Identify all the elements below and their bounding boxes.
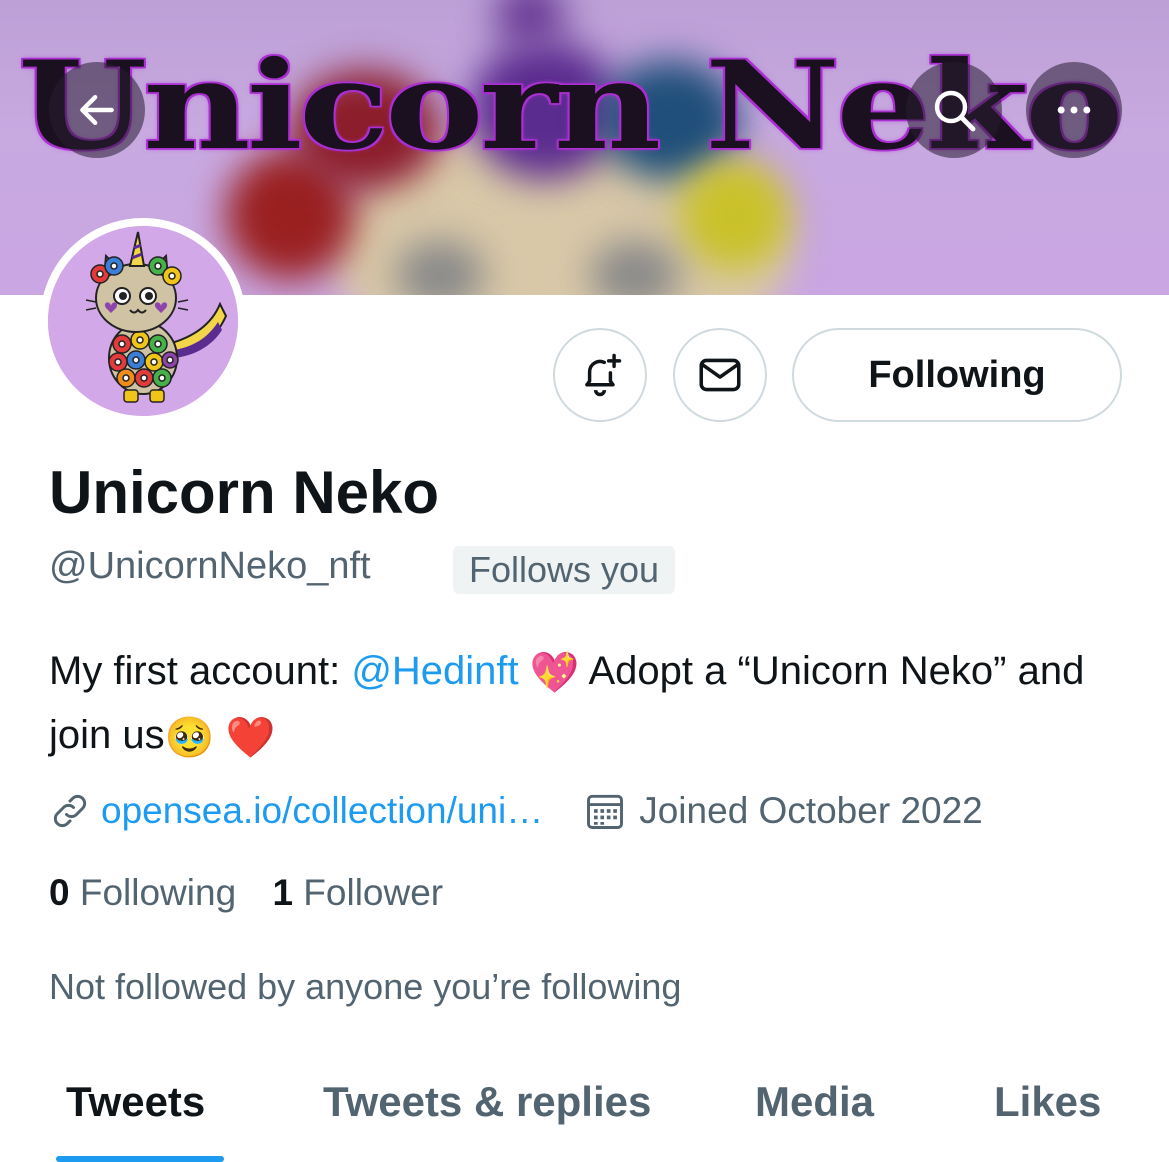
followers-stat[interactable]: 1 Follower xyxy=(272,872,443,913)
search-button[interactable] xyxy=(906,62,1002,158)
bell-plus-icon xyxy=(585,353,622,397)
follow-stats: 0 Following 1 Follower xyxy=(49,872,443,914)
avatar-image xyxy=(48,226,238,416)
profile-tabs: Tweets Tweets & replies Media Likes xyxy=(0,1072,1169,1162)
envelope-icon xyxy=(699,358,741,392)
notify-button[interactable] xyxy=(553,328,647,422)
back-button[interactable] xyxy=(49,62,145,158)
profile-bio: My first account: @Hedinft 💖 Adopt a “Un… xyxy=(49,640,1109,769)
more-horizontal-icon xyxy=(1057,106,1091,114)
tab-tweets[interactable]: Tweets xyxy=(66,1078,205,1126)
tab-likes[interactable]: Likes xyxy=(994,1078,1101,1126)
following-button[interactable]: Following xyxy=(792,328,1122,422)
pleading-face-emoji: 🥹 xyxy=(164,715,215,760)
profile-meta: opensea.io/collection/uni… Joined Octobe… xyxy=(49,786,983,836)
website-link[interactable]: opensea.io/collection/uni… xyxy=(101,790,543,832)
arrow-left-icon xyxy=(80,94,114,126)
profile-handle: @UnicornNeko_nft xyxy=(49,545,371,587)
following-count: 0 xyxy=(49,872,70,913)
joined-date: Joined October 2022 xyxy=(639,790,983,831)
calendar-icon xyxy=(587,794,624,829)
mutual-followers-note: Not followed by anyone you’re following xyxy=(49,966,682,1007)
unicorn-cat-avatar-art xyxy=(48,226,238,416)
message-button[interactable] xyxy=(673,328,767,422)
follows-you-badge: Follows you xyxy=(453,546,676,594)
link-icon xyxy=(53,794,87,828)
following-label: Following xyxy=(79,872,237,913)
profile-name: Unicorn Neko xyxy=(49,459,440,526)
bio-text: My first account: xyxy=(49,649,352,693)
search-icon xyxy=(934,90,976,132)
tab-tweets-replies[interactable]: Tweets & replies xyxy=(323,1078,651,1126)
followers-label: Follower xyxy=(303,872,444,913)
following-stat[interactable]: 0 Following xyxy=(49,872,236,913)
avatar[interactable] xyxy=(40,218,246,424)
sparkling-heart-emoji: 💖 xyxy=(529,651,580,696)
tab-media[interactable]: Media xyxy=(755,1078,874,1126)
red-heart-emoji: ❤️ xyxy=(225,715,276,760)
active-tab-indicator xyxy=(56,1156,224,1162)
bio-mention-link[interactable]: @Hedinft xyxy=(351,649,518,693)
more-options-button[interactable] xyxy=(1026,62,1122,158)
followers-count: 1 xyxy=(272,872,294,913)
